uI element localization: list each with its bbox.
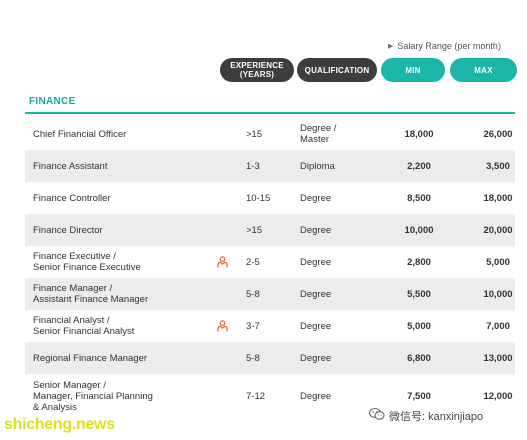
experience-value: 5-8 (246, 288, 260, 300)
qualification-value: Degree (300, 224, 332, 236)
finance-section: FINANCE Chief Financial Officer >15 Degree… (25, 96, 515, 418)
max-salary-value: 5,000 (486, 256, 510, 268)
qualification-value: Degree (300, 192, 332, 204)
job-title: Regional Finance Manager (33, 352, 148, 364)
max-salary-value: 18,000 (483, 192, 513, 204)
max-salary-value: 3,500 (486, 160, 510, 172)
min-column-header: MIN (381, 58, 445, 82)
icon-cell (215, 118, 229, 150)
job-title: Finance Controller (33, 192, 111, 204)
icon-cell (215, 374, 229, 418)
min-salary-value: 5,000 (407, 320, 431, 332)
experience-value: 2-5 (246, 256, 260, 268)
table-row: Financial Analyst / Senior Financial Ana… (25, 310, 515, 342)
experience-column-header: EXPERIENCE (YEARS) (220, 58, 294, 82)
experience-value: >15 (246, 224, 263, 236)
job-title: Finance Director (33, 224, 103, 236)
table-row: Finance Executive / Senior Finance Execu… (25, 246, 515, 278)
icon-cell (215, 246, 229, 278)
job-title: Senior Manager / Manager, Financial Plan… (33, 379, 153, 413)
experience-value: 7-12 (246, 390, 266, 402)
table-row: Finance Director >15 Degree 10,000 20,000 (25, 214, 515, 246)
wechat-label: 微信号: kanxinjiapo (389, 410, 484, 423)
person-icon (216, 320, 228, 332)
icon-cell (215, 310, 229, 342)
max-salary-value: 26,000 (483, 128, 513, 140)
qualification-value: Degree (300, 320, 332, 332)
max-column-header: MAX (450, 58, 517, 82)
icon-cell (215, 150, 229, 182)
table-row: Chief Financial Officer >15 Degree / Maste… (25, 118, 515, 150)
triangle-right-icon: ▶ (388, 43, 394, 50)
max-salary-value: 20,000 (483, 224, 513, 236)
min-salary-value: 10,000 (404, 224, 434, 236)
experience-value: 1-3 (246, 160, 260, 172)
experience-header-label: EXPERIENCE (YEARS) (230, 61, 284, 79)
qualification-value: Degree (300, 352, 332, 364)
qualification-value: Degree / Master (300, 123, 337, 145)
wechat-badge: 微信号: kanxinjiapo (366, 405, 487, 426)
min-salary-value: 8,500 (407, 192, 431, 204)
experience-value: 5-8 (246, 352, 260, 364)
table-row: Regional Finance Manager 5-8 Degree 6,800 13… (25, 342, 515, 374)
person-icon (216, 256, 228, 268)
experience-value: >15 (246, 128, 263, 140)
min-salary-value: 18,000 (404, 128, 434, 140)
qualification-header-label: QUALIFICATION (304, 65, 370, 75)
salary-range-label: Salary Range (per month) (397, 41, 501, 51)
min-header-label: MIN (405, 65, 421, 75)
max-salary-value: 13,000 (483, 352, 513, 364)
salary-range-note: ▶ Salary Range (per month) (388, 41, 501, 51)
table-row: Finance Assistant 1-3 Diploma 2,200 3,500 (25, 150, 515, 182)
experience-value: 10-15 (246, 192, 271, 204)
qualification-value: Degree (300, 256, 332, 268)
job-title: Finance Manager / Assistant Finance Mana… (33, 283, 149, 305)
salary-table: Chief Financial Officer >15 Degree / Maste… (25, 118, 515, 418)
icon-cell (215, 278, 229, 310)
job-title: Financial Analyst / Senior Financial Ana… (33, 315, 135, 337)
min-salary-value: 2,200 (407, 160, 431, 172)
qualification-value: Diploma (300, 160, 335, 172)
watermark: shicheng.news (4, 416, 115, 433)
icon-cell (215, 182, 229, 214)
max-salary-value: 10,000 (483, 288, 513, 300)
min-salary-value: 5,500 (407, 288, 431, 300)
experience-value: 3-7 (246, 320, 260, 332)
job-title: Finance Executive / Senior Finance Execu… (33, 251, 141, 273)
table-row: Finance Manager / Assistant Finance Mana… (25, 278, 515, 310)
icon-cell (215, 342, 229, 374)
job-title: Chief Financial Officer (33, 128, 127, 140)
max-header-label: MAX (474, 65, 493, 75)
max-salary-value: 7,000 (486, 320, 510, 332)
wechat-icon (368, 407, 385, 424)
section-title: FINANCE (25, 96, 515, 114)
qualification-value: Degree (300, 288, 332, 300)
min-salary-value: 6,800 (407, 352, 431, 364)
job-title: Finance Assistant (33, 160, 108, 172)
icon-cell (215, 214, 229, 246)
qualification-column-header: QUALIFICATION (297, 58, 377, 82)
min-salary-value: 2,800 (407, 256, 431, 268)
table-row: Finance Controller 10-15 Degree 8,500 18,000 (25, 182, 515, 214)
